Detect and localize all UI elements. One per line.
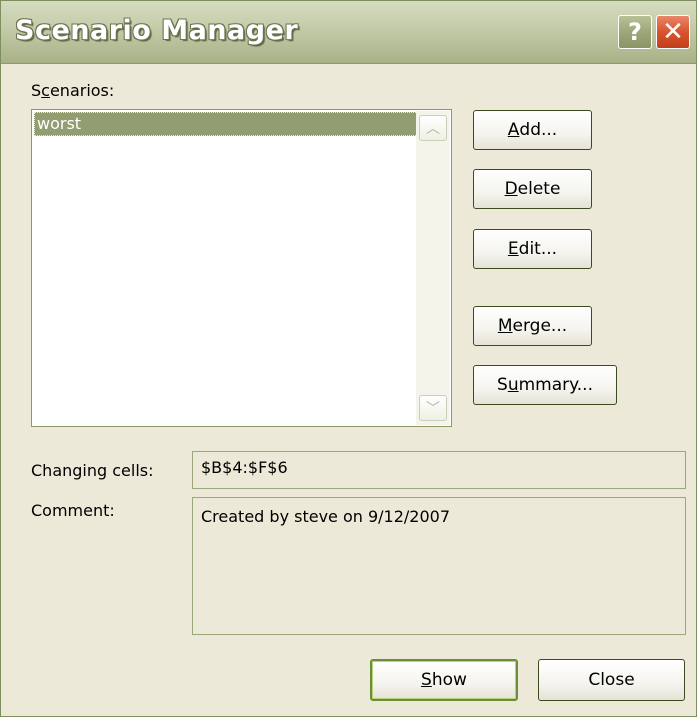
close-button[interactable]: Close — [538, 659, 685, 701]
summary-button[interactable]: Su mmary... — [473, 365, 617, 405]
dialog-title: Scenario Manager — [15, 15, 299, 46]
scenarios-label: Scenarios: — [31, 81, 115, 100]
chevron-up-icon: ︿ — [426, 121, 440, 137]
close-window-button[interactable]: ✕ — [656, 15, 690, 49]
list-scrollbar[interactable]: ︿ ﹀ — [416, 111, 450, 425]
close-icon: ✕ — [662, 17, 684, 47]
changing-cells-label: Changing cells: — [31, 461, 154, 480]
comment-label: Comment: — [31, 501, 115, 520]
chevron-down-icon: ﹀ — [426, 401, 440, 417]
comment-field: Created by steve on 9/12/2007 — [192, 497, 686, 635]
delete-button[interactable]: Delete — [473, 169, 592, 209]
scroll-up-button[interactable]: ︿ — [419, 115, 447, 141]
scroll-down-button[interactable]: ﹀ — [419, 395, 447, 421]
title-bar[interactable]: Scenario Manager ? ✕ — [1, 1, 696, 64]
merge-button[interactable]: Merge... — [473, 306, 592, 346]
scenario-manager-dialog: Scenario Manager ? ✕ Scenarios: worst ︿ … — [0, 0, 697, 717]
add-button[interactable]: Add... — [473, 110, 592, 150]
show-button[interactable]: Show — [370, 659, 518, 701]
changing-cells-field: $B$4:$F$6 — [192, 451, 686, 489]
edit-button[interactable]: Edit... — [473, 229, 592, 269]
help-button[interactable]: ? — [618, 15, 652, 49]
help-icon: ? — [628, 18, 642, 46]
scenarios-list[interactable]: worst ︿ ﹀ — [31, 109, 452, 427]
list-item[interactable]: worst — [34, 112, 418, 136]
